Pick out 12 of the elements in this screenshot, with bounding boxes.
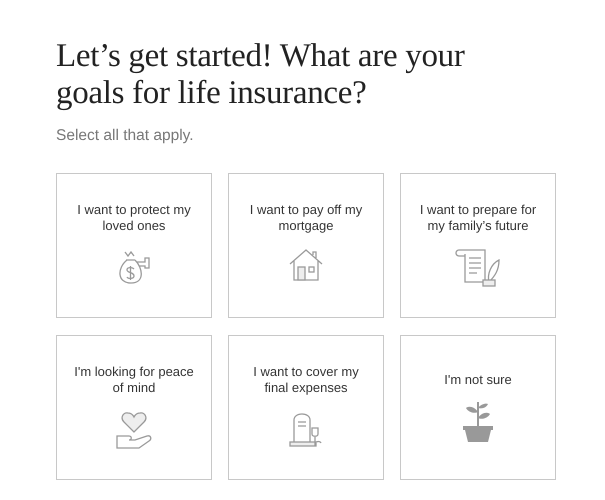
goal-option-card[interactable]: I want to protect my loved ones bbox=[56, 173, 212, 318]
page-subheading: Select all that apply. bbox=[56, 127, 195, 145]
goal-option-card[interactable]: I'm looking for peace of mind bbox=[56, 335, 212, 480]
page-heading: Let’s get started! What are your goals for life insurance? bbox=[56, 38, 466, 112]
goal-option-card[interactable]: I'm not sure bbox=[400, 335, 556, 480]
house-icon bbox=[288, 248, 324, 282]
goal-option-card[interactable]: I want to prepare for my family’s future bbox=[400, 173, 556, 318]
goal-option-card[interactable]: I want to cover my final expenses bbox=[228, 335, 384, 480]
potted-plant-icon bbox=[462, 402, 494, 444]
scroll-quill-icon bbox=[455, 248, 501, 288]
goal-option-card[interactable]: I want to pay off my mortgage bbox=[228, 173, 384, 318]
heart-in-hand-icon bbox=[115, 410, 153, 450]
